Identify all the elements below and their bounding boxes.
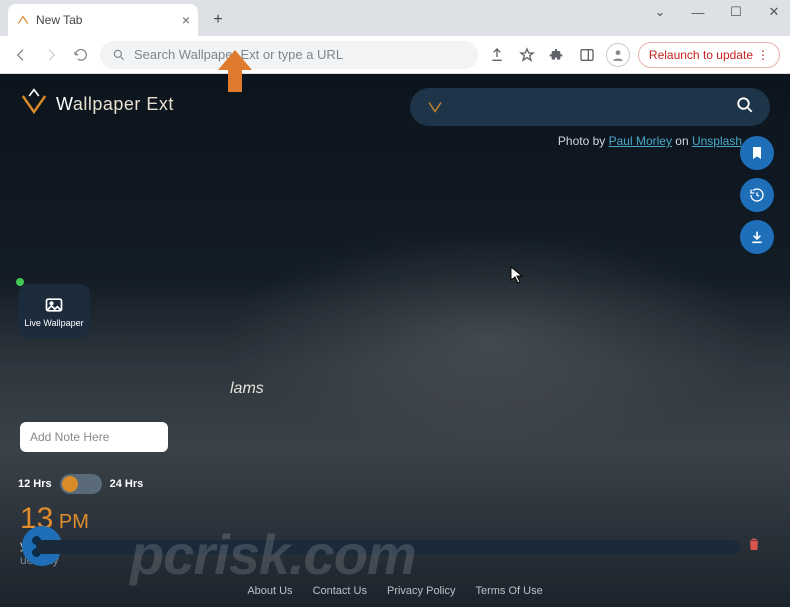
brand-name: Wallpaper Ext [56,94,174,115]
music-progress-bar[interactable] [36,540,740,554]
delete-icon[interactable] [746,536,762,557]
forward-button[interactable] [40,44,62,66]
side-panel-icon[interactable] [576,44,598,66]
browser-toolbar: Search Wallpaper Ext or type a URL Relau… [0,36,790,74]
wallpaper-background [0,74,790,607]
live-wallpaper-button[interactable]: Live Wallpaper [18,284,90,338]
credit-middle: on [672,134,692,148]
live-wallpaper-label: Live Wallpaper [24,318,83,328]
search-icon [112,48,126,62]
toggle-label-24: 24 Hrs [110,478,144,490]
brand-header: Wallpaper Ext [18,88,174,120]
download-fab[interactable] [740,220,774,254]
profile-avatar-icon[interactable] [606,43,630,67]
search-pill-logo-icon [426,98,444,116]
footer-links: About Us Contact Us Privacy Policy Terms… [0,585,790,597]
footer-terms-link[interactable]: Terms Of Use [475,585,542,597]
annotation-arrow-icon [218,50,252,92]
note-placeholder: Add Note Here [30,430,109,444]
window-minimize-icon[interactable]: — [688,5,708,20]
window-dropdown-icon[interactable]: ⌄ [650,4,670,20]
toggle-label-12: 12 Hrs [18,478,52,490]
tab-strip: New Tab × + ⌄ — ☐ ✕ [0,0,790,36]
image-icon [42,295,66,315]
window-controls: ⌄ — ☐ ✕ [650,4,784,20]
footer-privacy-link[interactable]: Privacy Policy [387,585,455,597]
quote-fragment: lams [230,380,264,398]
omnibox[interactable]: Search Wallpaper Ext or type a URL [100,41,478,69]
footer-about-link[interactable]: About Us [247,585,292,597]
brand-logo-icon [18,88,50,120]
time-format-toggle-row: 12 Hrs 24 Hrs [18,474,143,494]
menu-dots-icon[interactable]: ⋮ [757,48,769,62]
credit-prefix: Photo by [558,134,609,148]
history-fab[interactable] [740,178,774,212]
footer-contact-link[interactable]: Contact Us [313,585,367,597]
bookmark-fab[interactable] [740,136,774,170]
credit-author-link[interactable]: Paul Morley [609,134,672,148]
window-close-icon[interactable]: ✕ [764,4,784,20]
tab-close-icon[interactable]: × [182,12,190,28]
tab-favicon-icon [16,13,30,27]
page-search-bar[interactable] [410,88,770,126]
share-icon[interactable] [486,44,508,66]
browser-tab[interactable]: New Tab × [8,4,198,36]
relaunch-button[interactable]: Relaunch to update ⋮ [638,42,780,68]
page-content: Wallpaper Ext Photo by Paul Morley on Un… [0,74,790,607]
relaunch-label: Relaunch to update [649,48,753,62]
time-format-toggle[interactable] [60,474,102,494]
new-tab-button[interactable]: + [204,6,232,34]
tab-title: New Tab [36,13,176,27]
photo-credit: Photo by Paul Morley on Unsplash [558,134,742,148]
window-maximize-icon[interactable]: ☐ [726,4,746,20]
reload-button[interactable] [70,44,92,66]
search-submit-icon[interactable] [736,96,754,119]
back-button[interactable] [10,44,32,66]
add-note-input[interactable]: Add Note Here [20,422,168,452]
extensions-icon[interactable] [546,44,568,66]
mouse-cursor-icon [510,266,526,284]
bookmark-star-icon[interactable] [516,44,538,66]
credit-source-link[interactable]: Unsplash [692,134,742,148]
